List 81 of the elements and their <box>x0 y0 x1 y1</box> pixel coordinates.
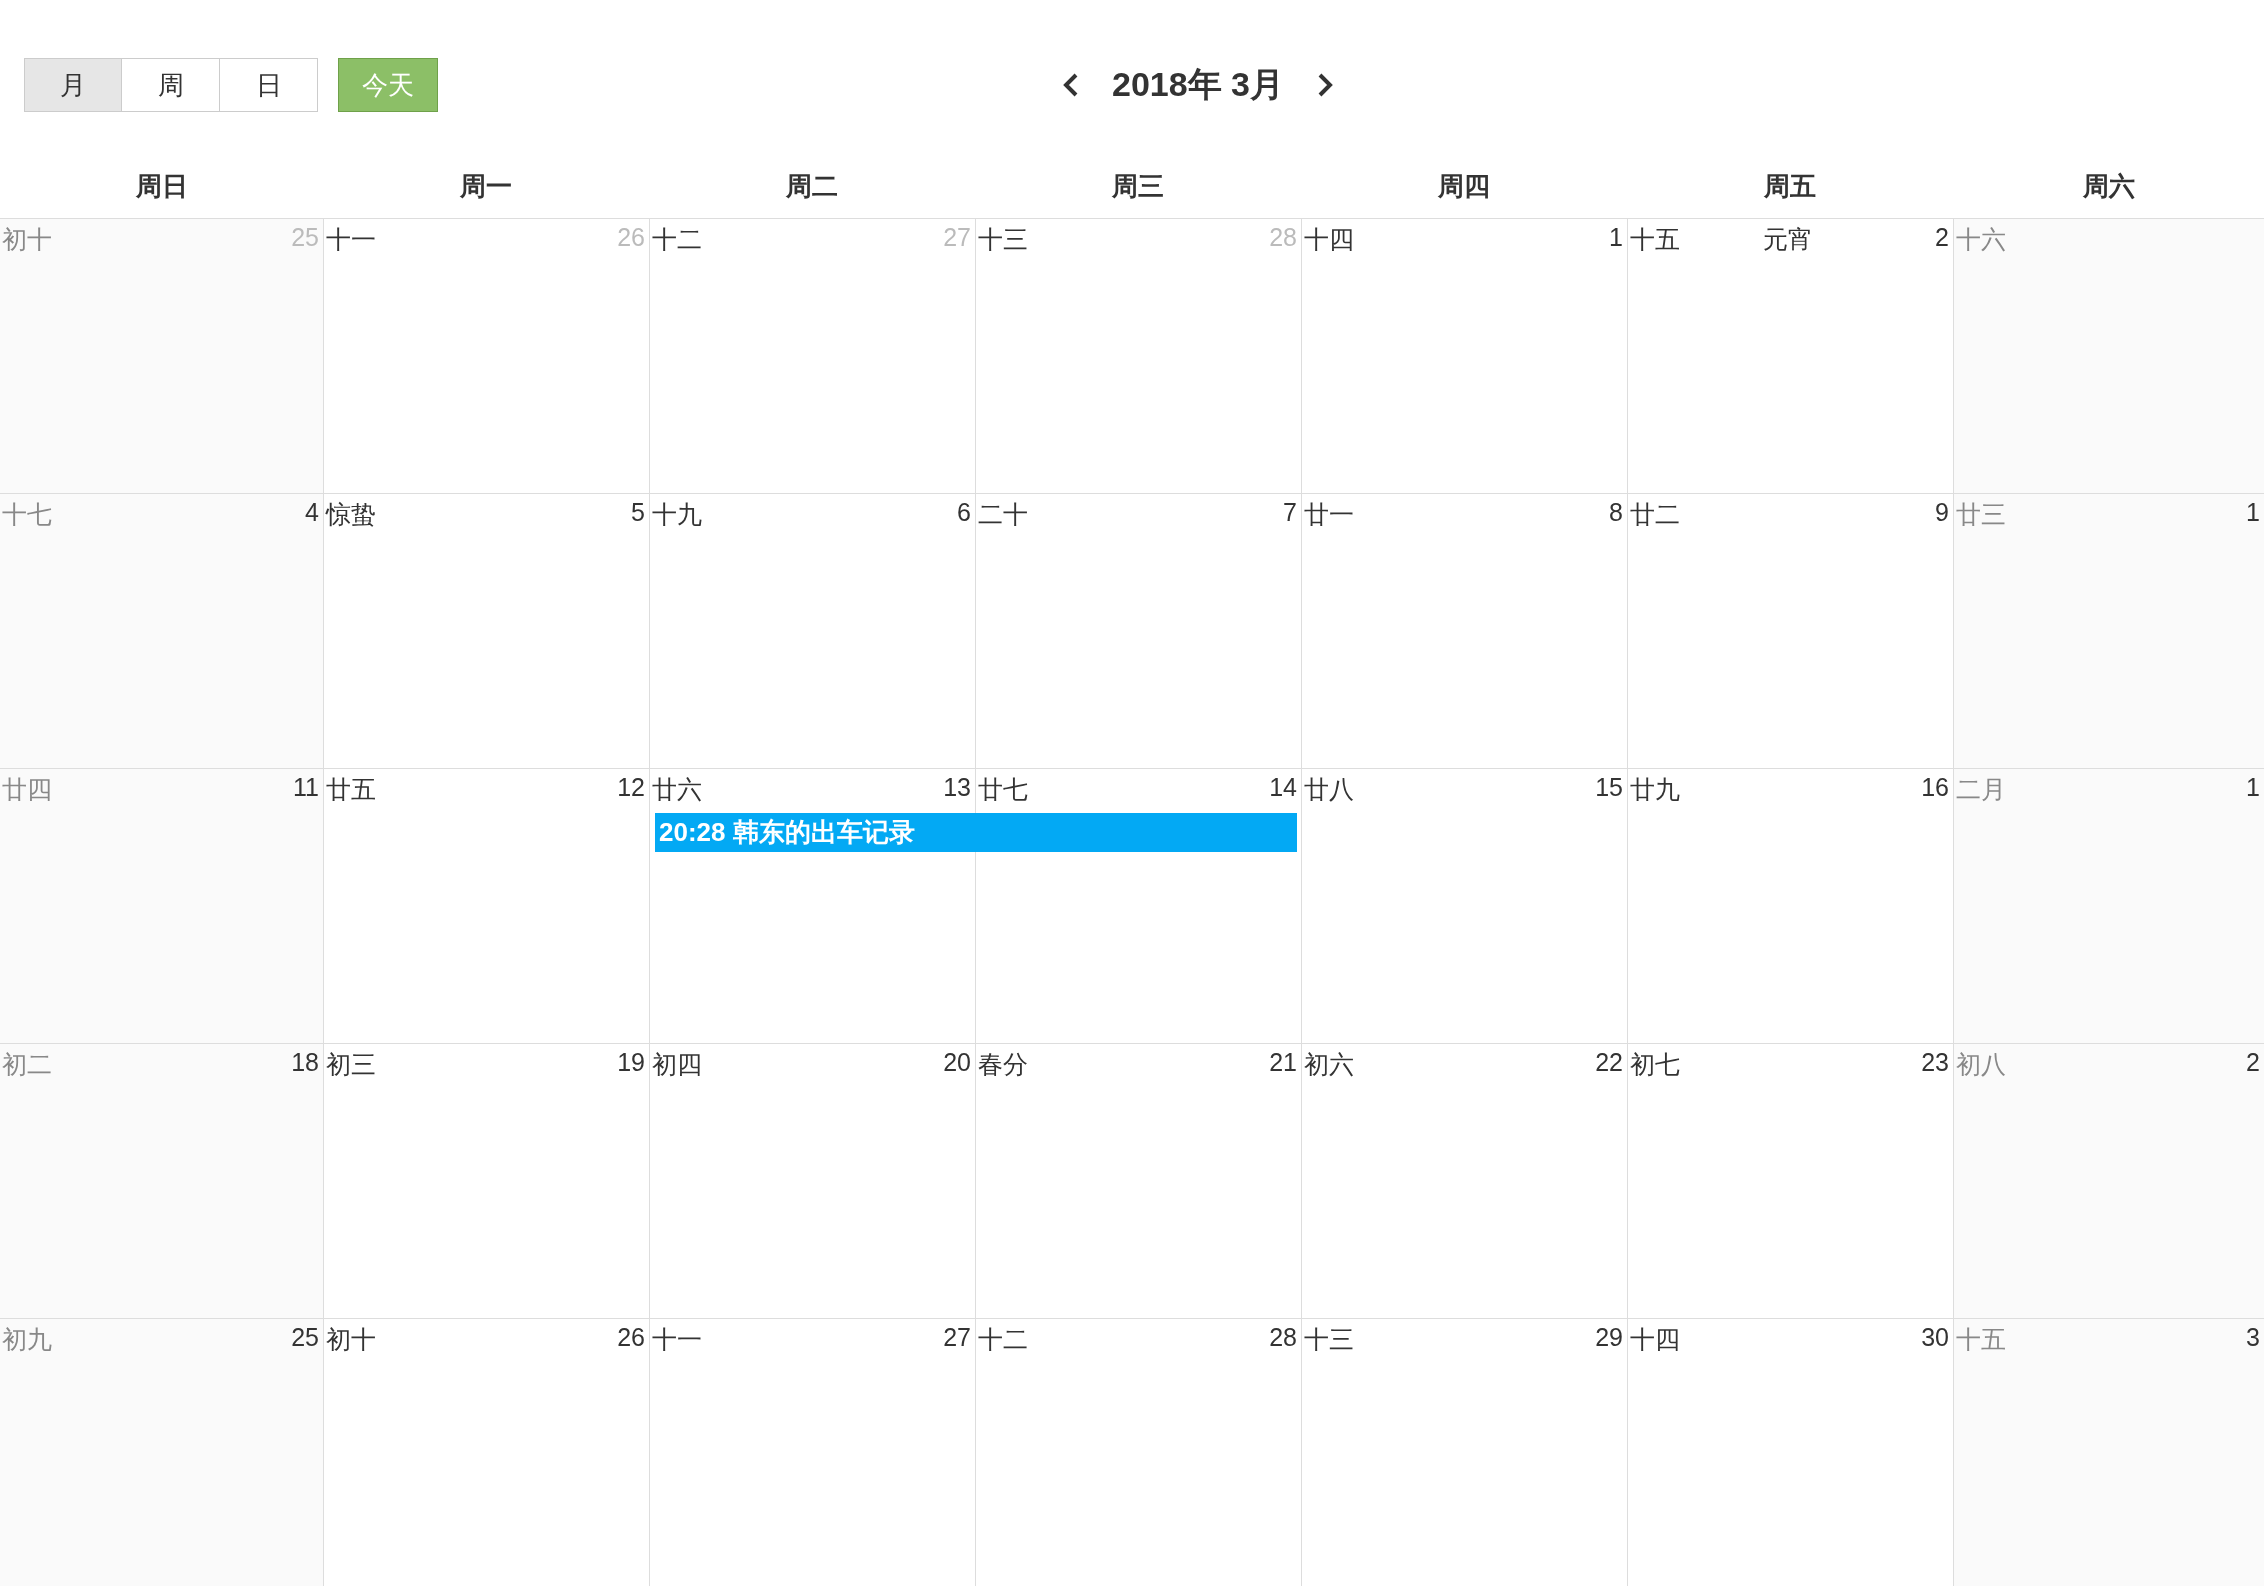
lunar-date: 廿三 <box>1956 499 2006 530</box>
day-number: 13 <box>943 773 971 802</box>
weekday-header: 周三 <box>1112 170 1164 203</box>
lunar-date: 十一 <box>652 1324 702 1355</box>
lunar-date: 廿一 <box>1304 499 1354 530</box>
weekday-header: 周二 <box>786 170 838 203</box>
lunar-date: 十四 <box>1630 1324 1680 1355</box>
weekday-header: 周五 <box>1764 170 1816 203</box>
lunar-date: 初六 <box>1304 1049 1354 1080</box>
day-number: 1 <box>1609 223 1623 252</box>
lunar-date: 十六 <box>1956 224 2006 255</box>
lunar-date: 廿七 <box>978 774 1028 805</box>
day-number: 4 <box>305 498 319 527</box>
day-number: 21 <box>1269 1048 1297 1077</box>
day-number: 9 <box>1935 498 1949 527</box>
lunar-date: 初九 <box>2 1324 52 1355</box>
day-number: 30 <box>1921 1323 1949 1352</box>
day-number: 3 <box>2246 1323 2260 1352</box>
weekday-header: 周六 <box>2082 170 2135 203</box>
view-tab[interactable]: 周 <box>122 58 220 112</box>
day-number: 26 <box>617 223 645 252</box>
day-number: 28 <box>1269 223 1297 252</box>
lunar-date: 初八 <box>1956 1049 2006 1080</box>
day-number: 15 <box>1595 773 1623 802</box>
weekday-header: 周四 <box>1438 170 1490 203</box>
lunar-date: 二月 <box>1956 774 2006 805</box>
day-number: 14 <box>1269 773 1297 802</box>
lunar-date: 十二 <box>978 1324 1028 1355</box>
lunar-date: 十四 <box>1304 224 1354 255</box>
day-number: 2 <box>2246 1048 2260 1077</box>
lunar-date: 十二 <box>652 224 702 255</box>
month-title: 2018年 3月 <box>1111 64 1285 105</box>
day-number: 18 <box>291 1048 319 1077</box>
lunar-date: 廿五 <box>326 774 376 805</box>
day-number: 8 <box>1609 498 1623 527</box>
lunar-date: 十五 <box>1630 224 1680 255</box>
view-tab[interactable]: 月 <box>24 58 122 112</box>
lunar-date: 廿六 <box>652 774 702 805</box>
day-number: 27 <box>943 1323 971 1352</box>
lunar-date: 十三 <box>1304 1324 1354 1355</box>
lunar-date: 十五 <box>1956 1324 2006 1355</box>
day-number: 23 <box>1921 1048 1949 1077</box>
day-number: 25 <box>291 1323 319 1352</box>
lunar-date: 初四 <box>652 1049 702 1080</box>
lunar-date: 春分 <box>978 1049 1028 1080</box>
lunar-date: 初十 <box>2 224 52 255</box>
lunar-date: 十七 <box>2 499 52 530</box>
day-number: 25 <box>291 223 319 252</box>
day-number: 5 <box>631 498 645 527</box>
lunar-date: 廿四 <box>2 774 52 805</box>
lunar-date: 廿九 <box>1630 774 1680 805</box>
day-number: 12 <box>617 773 645 802</box>
day-number: 26 <box>617 1323 645 1352</box>
day-number: 28 <box>1269 1323 1297 1352</box>
festival-label: 元宵 <box>1761 224 1814 255</box>
lunar-date: 惊蛰 <box>326 499 376 530</box>
day-number: 20 <box>943 1048 971 1077</box>
lunar-date: 初七 <box>1630 1049 1680 1080</box>
lunar-date: 廿八 <box>1304 774 1354 805</box>
lunar-date: 二十 <box>978 499 1028 530</box>
lunar-date: 初二 <box>2 1049 52 1080</box>
day-number: 16 <box>1921 773 1949 802</box>
day-number: 2 <box>1935 223 1949 252</box>
weekday-header: 周日 <box>135 170 188 203</box>
lunar-date: 廿二 <box>1630 499 1680 530</box>
view-tab[interactable]: 日 <box>220 58 318 112</box>
day-number: 11 <box>293 773 319 802</box>
day-number: 27 <box>943 223 971 252</box>
day-number: 1 <box>2246 773 2260 802</box>
day-number: 22 <box>1595 1048 1623 1077</box>
lunar-date: 初十 <box>326 1324 376 1355</box>
day-number: 19 <box>617 1048 645 1077</box>
lunar-date: 十九 <box>652 499 702 530</box>
weekday-header: 周一 <box>460 170 512 203</box>
day-number: 29 <box>1595 1323 1623 1352</box>
lunar-date: 十三 <box>978 224 1028 255</box>
day-number: 1 <box>2246 498 2260 527</box>
day-number: 7 <box>1283 498 1297 527</box>
lunar-date: 十一 <box>326 224 376 255</box>
day-number: 6 <box>957 498 971 527</box>
lunar-date: 初三 <box>326 1049 376 1080</box>
